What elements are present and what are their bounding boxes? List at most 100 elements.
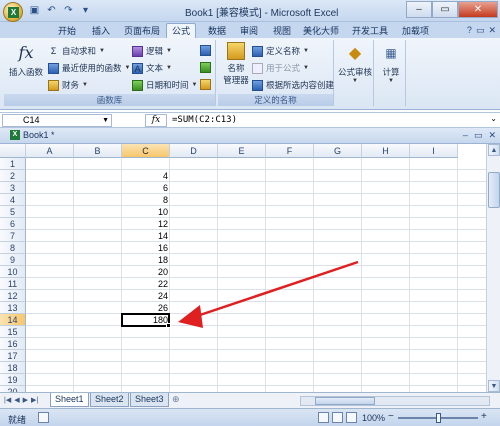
help-icon[interactable]: ? [467,25,472,36]
expand-formula-bar-icon[interactable]: ⌄ [490,114,497,123]
zoom-in-icon[interactable]: + [481,411,487,422]
row-header-2[interactable]: 2 [0,170,26,182]
cell-c11[interactable]: 22 [122,278,170,290]
normal-view-icon[interactable] [318,412,329,423]
fill-handle[interactable] [166,323,171,328]
worksheet-grid[interactable]: ABCDEFGHI1234567891011121314151617181920… [0,144,500,398]
column-header-e[interactable]: E [218,144,266,158]
column-header-f[interactable]: F [266,144,314,158]
zoom-slider[interactable] [398,413,478,423]
more-functions-button[interactable] [200,79,211,90]
zoom-slider-knob[interactable] [436,413,441,423]
row-header-6[interactable]: 6 [0,218,26,230]
row-header-17[interactable]: 17 [0,350,26,362]
calculation-button[interactable]: ▦ 计算 ▼ [377,42,405,84]
vertical-scroll-thumb[interactable] [488,172,500,208]
zoom-out-icon[interactable]: − [388,411,394,422]
cell-c5[interactable]: 10 [122,206,170,218]
sheet-tab-sheet1[interactable]: Sheet1 [50,393,89,407]
tab-home[interactable]: 开始 [58,24,76,38]
row-header-19[interactable]: 19 [0,374,26,386]
column-header-c[interactable]: C [122,144,170,158]
tab-view[interactable]: 视图 [273,24,291,38]
insert-sheet-icon[interactable]: ⊕ [172,394,180,405]
name-box[interactable]: C14 ▼ [2,114,112,127]
row-header-18[interactable]: 18 [0,362,26,374]
scroll-up-icon[interactable]: ▲ [488,144,500,156]
cell-c9[interactable]: 18 [122,254,170,266]
close-workbook-icon[interactable]: ✕ [488,25,496,36]
column-header-i[interactable]: I [410,144,458,158]
formula-auditing-button[interactable]: ◆ 公式审核 ▼ [338,42,372,84]
zoom-level[interactable]: 100% [362,413,385,423]
row-header-10[interactable]: 10 [0,266,26,278]
recent-functions-button[interactable]: 最近使用的函数 ▼ [48,62,130,74]
page-break-view-icon[interactable] [346,412,357,423]
close-icon[interactable]: ✕ [458,1,498,18]
redo-icon[interactable]: ↷ [62,4,75,17]
cell-c4[interactable]: 8 [122,194,170,206]
cell-c2[interactable]: 4 [122,170,170,182]
tab-insert[interactable]: 插入 [92,24,110,38]
next-sheet-icon[interactable]: ▶ [23,396,28,404]
cell-c7[interactable]: 14 [122,230,170,242]
row-header-3[interactable]: 3 [0,182,26,194]
tab-page-layout[interactable]: 页面布局 [124,24,160,38]
office-button[interactable]: X [3,2,23,22]
tab-developer[interactable]: 开发工具 [352,24,388,38]
active-cell-border[interactable] [121,313,171,328]
first-sheet-icon[interactable]: |◀ [4,396,11,404]
autosum-button[interactable]: Σ 自动求和 ▼ [48,45,105,57]
qat-customize-icon[interactable]: ▾ [79,4,92,17]
workbook-minimize-icon[interactable]: – [463,130,468,141]
prev-sheet-icon[interactable]: ◀ [14,396,19,404]
minimize-icon[interactable]: – [406,1,432,18]
row-header-4[interactable]: 4 [0,194,26,206]
vertical-scrollbar[interactable]: ▲ ▼ [486,144,500,392]
row-header-8[interactable]: 8 [0,242,26,254]
financial-button[interactable]: 财务 ▼ [48,79,88,91]
save-icon[interactable]: ▣ [28,4,41,17]
workbook-close-icon[interactable]: ✕ [488,130,496,141]
tab-data[interactable]: 数据 [208,24,226,38]
column-header-d[interactable]: D [170,144,218,158]
horizontal-scroll-thumb[interactable] [315,397,375,405]
last-sheet-icon[interactable]: ▶| [31,396,38,404]
insert-function-button[interactable]: fx 插入函数 [8,42,44,78]
tab-review[interactable]: 审阅 [240,24,258,38]
scroll-down-icon[interactable]: ▼ [488,380,500,392]
row-header-1[interactable]: 1 [0,158,26,170]
row-header-13[interactable]: 13 [0,302,26,314]
name-manager-button[interactable]: 名称 管理器 [221,42,251,86]
use-in-formula-button[interactable]: 用于公式 ▼ [252,62,309,74]
row-header-5[interactable]: 5 [0,206,26,218]
page-layout-view-icon[interactable] [332,412,343,423]
maximize-icon[interactable]: ▭ [432,1,458,18]
cell-c8[interactable]: 16 [122,242,170,254]
tab-beautify[interactable]: 美化大师 [303,24,339,38]
create-from-selection-button[interactable]: 根据所选内容创建 [252,79,334,91]
cell-c3[interactable]: 6 [122,182,170,194]
row-header-11[interactable]: 11 [0,278,26,290]
cell-c10[interactable]: 20 [122,266,170,278]
row-header-7[interactable]: 7 [0,230,26,242]
row-header-14[interactable]: 14 [0,314,26,326]
column-header-b[interactable]: B [74,144,122,158]
workbook-restore-icon[interactable]: ▭ [474,130,483,141]
select-all-corner[interactable] [0,144,26,158]
restore-icon[interactable]: ▭ [476,25,485,36]
insert-function-fx-button[interactable]: fx [145,114,167,127]
text-button[interactable]: A 文本 ▼ [132,62,172,74]
horizontal-scrollbar[interactable] [300,396,490,406]
column-header-h[interactable]: H [362,144,410,158]
lookup-button[interactable] [200,45,211,56]
row-header-16[interactable]: 16 [0,338,26,350]
cell-c6[interactable]: 12 [122,218,170,230]
sheet-tab-sheet3[interactable]: Sheet3 [130,393,169,407]
sheet-tab-sheet2[interactable]: Sheet2 [90,393,129,407]
logical-button[interactable]: 逻辑 ▼ [132,45,172,57]
define-name-button[interactable]: 定义名称 ▼ [252,45,309,57]
column-header-a[interactable]: A [26,144,74,158]
row-header-15[interactable]: 15 [0,326,26,338]
tab-addins[interactable]: 加载项 [402,24,429,38]
